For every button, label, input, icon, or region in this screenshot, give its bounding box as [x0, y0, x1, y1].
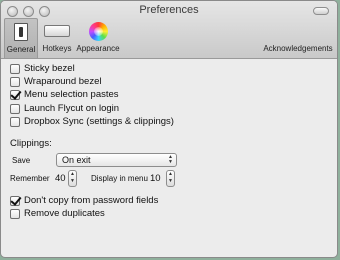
keyboard-key-icon	[44, 25, 70, 37]
toolbar-toggle-button[interactable]	[313, 7, 329, 15]
general-switch-icon	[14, 23, 28, 41]
option-dropbox-sync[interactable]: Dropbox Sync (settings & clippings)	[10, 116, 174, 127]
option-label: Remove duplicates	[24, 208, 105, 219]
option-remove-duplicates[interactable]: Remove duplicates	[10, 208, 105, 219]
window-title: Preferences	[139, 4, 199, 16]
display-in-menu-label: Display in menu	[91, 174, 148, 183]
tab-general-label: General	[6, 45, 36, 54]
option-label: Menu selection pastes	[24, 89, 119, 100]
tab-acknowledgements-label: Acknowledgements	[263, 44, 333, 53]
remember-stepper[interactable]: ▲ ▼	[68, 170, 77, 187]
preferences-window: Preferences General Hotkeys Appearance A…	[0, 0, 338, 258]
remember-value[interactable]: 40	[55, 173, 66, 184]
remember-label: Remember	[10, 174, 50, 183]
option-label: Don't copy from password fields	[24, 195, 159, 206]
option-label: Wraparound bezel	[24, 76, 102, 87]
popup-arrows-icon: ▲ ▼	[168, 154, 173, 165]
option-menu-selection-pastes[interactable]: Menu selection pastes	[10, 89, 119, 100]
option-label: Launch Flycut on login	[24, 103, 120, 114]
option-sticky-bezel[interactable]: Sticky bezel	[10, 63, 75, 74]
tab-appearance[interactable]: Appearance	[75, 20, 121, 53]
save-label: Save	[12, 156, 31, 165]
save-popup[interactable]: On exit ▲ ▼	[56, 153, 177, 167]
clippings-heading: Clippings:	[10, 138, 52, 149]
checkbox[interactable]	[10, 116, 20, 127]
checkbox[interactable]	[10, 89, 20, 100]
option-label: Dropbox Sync (settings & clippings)	[24, 116, 174, 127]
checkbox[interactable]	[10, 195, 20, 206]
checkbox[interactable]	[10, 63, 20, 74]
option-dont-copy-passwords[interactable]: Don't copy from password fields	[10, 195, 158, 206]
tab-acknowledgements[interactable]: Acknowledgements	[261, 20, 335, 53]
option-label: Sticky bezel	[24, 63, 75, 74]
tab-hotkeys[interactable]: Hotkeys	[41, 20, 73, 53]
tab-general[interactable]: General	[4, 18, 38, 58]
checkbox[interactable]	[10, 208, 20, 219]
save-popup-value: On exit	[62, 155, 91, 165]
checkbox[interactable]	[10, 76, 20, 87]
titlebar: Preferences General Hotkeys Appearance A…	[1, 1, 337, 59]
option-launch-on-login[interactable]: Launch Flycut on login	[10, 103, 119, 114]
display-in-menu-stepper[interactable]: ▲ ▼	[166, 170, 175, 187]
display-in-menu-value[interactable]: 10	[150, 173, 161, 184]
color-wheel-icon	[88, 21, 108, 41]
checkbox[interactable]	[10, 103, 20, 114]
option-wraparound-bezel[interactable]: Wraparound bezel	[10, 76, 101, 87]
tab-appearance-label: Appearance	[76, 44, 120, 53]
tab-hotkeys-label: Hotkeys	[42, 44, 72, 53]
